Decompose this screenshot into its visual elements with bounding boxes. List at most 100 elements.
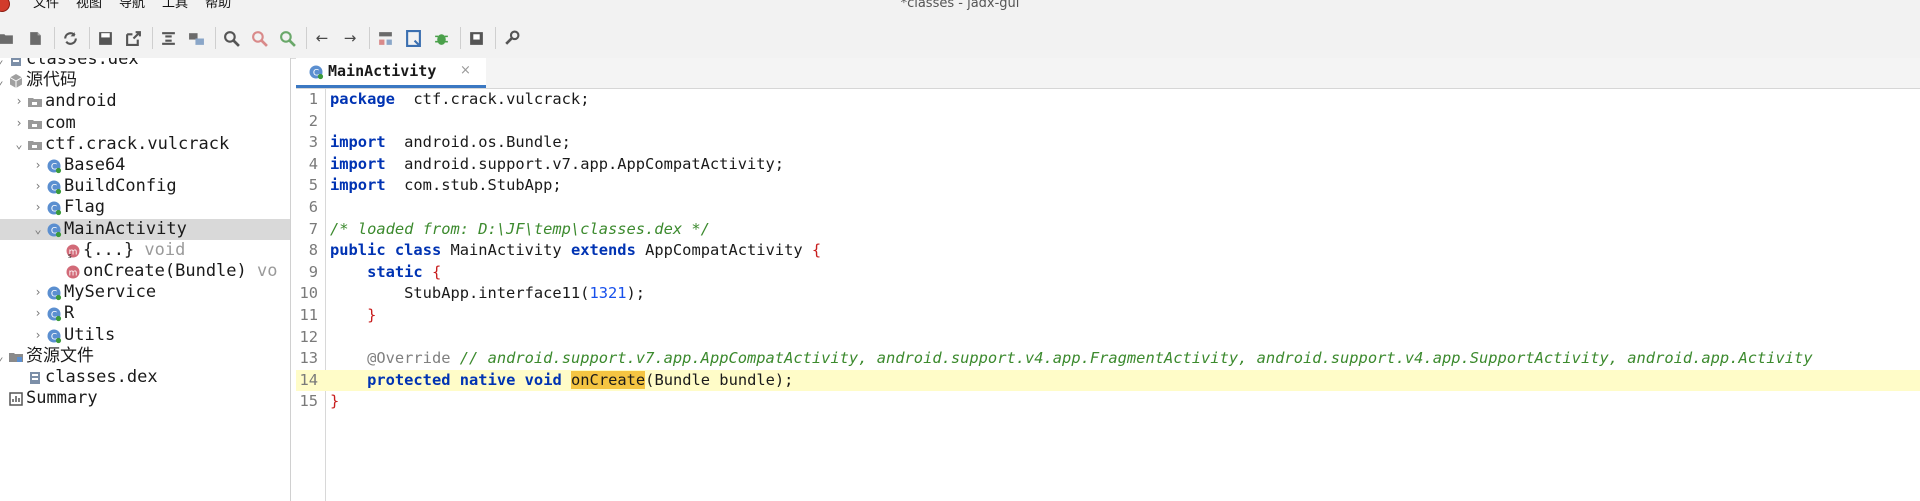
flatten-icon[interactable] — [186, 28, 206, 48]
chevron-down-icon[interactable]: ⌄ — [0, 348, 6, 364]
code-token: } — [330, 392, 340, 411]
chevron-down-icon[interactable]: ⌄ — [0, 58, 6, 67]
resources-icon — [9, 352, 23, 362]
chevron-right-icon[interactable]: › — [32, 327, 44, 343]
save-icon[interactable] — [95, 28, 115, 48]
chevron-right-icon[interactable]: › — [32, 305, 44, 321]
tree-item[interactable]: › com — [0, 113, 290, 134]
code-line[interactable]: 11 } — [296, 305, 1920, 327]
code-line[interactable]: 13 @Override // android.support.v7.app.A… — [296, 348, 1920, 370]
code-line[interactable]: 15} — [296, 391, 1920, 413]
tree-item[interactable]: › C Base64 — [0, 155, 290, 176]
code-line[interactable]: 10 StubApp.interface11(1321); — [296, 283, 1920, 305]
tree-item[interactable]: › C Utils — [0, 325, 290, 346]
tree-item[interactable]: › C R — [0, 303, 290, 324]
project-tree[interactable]: ⌄ classes.dex ⌄源代码›android›com⌄ctf.crack.v… — [0, 58, 291, 501]
code-line[interactable]: 5 import com.stub.StubApp; — [296, 175, 1920, 197]
line-number: 4 — [308, 154, 318, 173]
chevron-down-icon[interactable]: ⌄ — [13, 136, 25, 152]
chevron-right-icon[interactable]: › — [32, 178, 44, 194]
class-icon: C — [47, 180, 62, 195]
forward-icon[interactable]: → — [340, 28, 360, 48]
tree-item[interactable]: › C MyService — [0, 282, 290, 303]
code-line[interactable]: 1 package ctf.crack.vulcrack; — [296, 89, 1920, 111]
tree-item[interactable]: ⌄源代码 — [0, 70, 290, 91]
code-token: static — [367, 262, 423, 281]
tree-item[interactable]: › C BuildConfig — [0, 176, 290, 197]
tree-item[interactable]: Summary — [0, 388, 290, 409]
sync-tree-icon[interactable] — [158, 28, 178, 48]
code-line[interactable]: 12 — [296, 327, 1920, 349]
line-number: 14 — [299, 370, 318, 389]
code-editor[interactable]: 1 package ctf.crack.vulcrack; 2 3 import and… — [296, 89, 1920, 501]
add-files-icon[interactable] — [25, 28, 45, 48]
line-number: 11 — [299, 306, 318, 324]
tree-item[interactable]: › android — [0, 91, 290, 112]
deobfuscation-icon[interactable] — [375, 28, 395, 48]
code-line[interactable]: 7 /* loaded from: D:\JF\temp\classes.dex … — [296, 219, 1920, 241]
code-token: onCre — [571, 370, 618, 389]
tree-item[interactable]: ⌄ C MainActivity — [0, 218, 290, 240]
code-token: package — [330, 90, 395, 108]
code-token: ); — [626, 284, 646, 303]
chevron-down-icon[interactable]: ⌄ — [32, 221, 44, 237]
tab-mainactivity[interactable]: C MainActivity × — [296, 58, 486, 88]
window-title: *classes - jadx-gui — [900, 0, 1020, 11]
bookmark-icon[interactable] — [466, 28, 486, 48]
search-icon[interactable] — [221, 28, 241, 48]
code-token: } — [367, 306, 377, 324]
code-line[interactable]: 14 protected native void onCreate(Bundle… — [296, 369, 1920, 392]
chevron-down-icon[interactable]: ⌄ — [0, 72, 6, 88]
code-token: { — [811, 241, 822, 260]
code-token: import — [330, 133, 386, 152]
code-line[interactable]: 8 public class MainActivity extends AppCo… — [296, 240, 1920, 262]
class-icon: C — [47, 307, 62, 322]
static-method-icon: ms — [66, 244, 80, 259]
export-icon[interactable] — [123, 28, 143, 48]
sync-icon[interactable] — [60, 28, 80, 48]
package-icon — [28, 98, 42, 108]
code-token: extends — [570, 241, 636, 260]
class-icon: C — [47, 159, 62, 174]
code-line[interactable]: 6 — [296, 197, 1920, 219]
chevron-right-icon[interactable]: › — [13, 93, 25, 109]
code-text: import android.os.Bundle; — [330, 132, 571, 154]
search-text-icon[interactable] — [277, 28, 297, 48]
dex-file-icon — [30, 372, 40, 384]
line-number: 7 — [308, 219, 318, 238]
code-line[interactable]: 2 — [296, 111, 1920, 133]
code-line[interactable]: 4 import android.support.v7.app.AppCompat… — [296, 154, 1920, 176]
code-token: android.support.v7.app.AppCompatActivity… — [385, 154, 785, 173]
svg-text:m: m — [69, 269, 78, 279]
back-icon[interactable]: ← — [312, 28, 332, 48]
tree-item[interactable]: ⌄资源文件 — [0, 346, 290, 367]
debug-icon[interactable] — [431, 28, 451, 48]
code-token: MainActivity — [441, 241, 571, 260]
tree-item[interactable]: classes.dex — [0, 367, 290, 388]
chevron-right-icon[interactable]: › — [32, 284, 44, 300]
usage-icon[interactable] — [249, 28, 269, 48]
svg-text:s: s — [68, 252, 72, 259]
chevron-right-icon[interactable]: › — [13, 115, 25, 131]
close-icon[interactable]: × — [460, 63, 471, 78]
open-icon[interactable] — [0, 28, 16, 48]
chevron-right-icon[interactable]: › — [32, 157, 44, 173]
tree-item[interactable]: › C Flag — [0, 197, 290, 218]
tree-item[interactable]: m s {...} void — [0, 240, 290, 261]
summary-icon — [9, 392, 23, 406]
code-token: // android.support.v7.app.AppCompatActiv… — [459, 349, 1813, 368]
preferences-icon[interactable] — [501, 28, 521, 48]
code-line[interactable]: 9 static { — [296, 262, 1920, 284]
tree-item[interactable]: m onCreate(Bundle) vo — [0, 261, 290, 282]
code-text: package ctf.crack.vulcrack; — [330, 89, 589, 111]
code-line[interactable]: 3 import android.os.Bundle; — [296, 132, 1920, 154]
tree-item[interactable]: ⌄ ctf.crack.vulcrack — [0, 134, 290, 155]
chevron-right-icon[interactable]: › — [32, 199, 44, 215]
log-icon[interactable] — [403, 28, 423, 48]
code-token: ate — [617, 370, 646, 389]
line-number: 1 — [308, 90, 318, 108]
code-text: /* loaded from: D:\JF\temp\classes.dex *… — [330, 219, 710, 241]
